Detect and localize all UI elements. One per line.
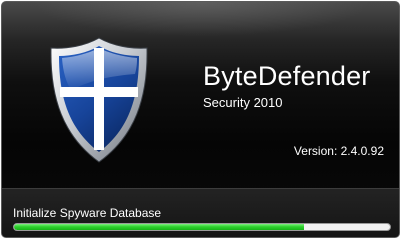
progress-bar-fill xyxy=(14,224,304,230)
loading-status-text: Initialize Spyware Database xyxy=(13,206,162,220)
splash-screen: ByteDefender Security 2010 Version: 2.4.… xyxy=(1,1,400,238)
version-label: Version: 2.4.0.92 xyxy=(293,144,384,158)
product-edition: Security 2010 xyxy=(203,95,283,110)
status-panel: Initialize Spyware Database xyxy=(2,188,399,237)
shield-icon xyxy=(50,37,148,163)
product-name: ByteDefender xyxy=(203,61,371,91)
progress-bar xyxy=(13,223,391,231)
